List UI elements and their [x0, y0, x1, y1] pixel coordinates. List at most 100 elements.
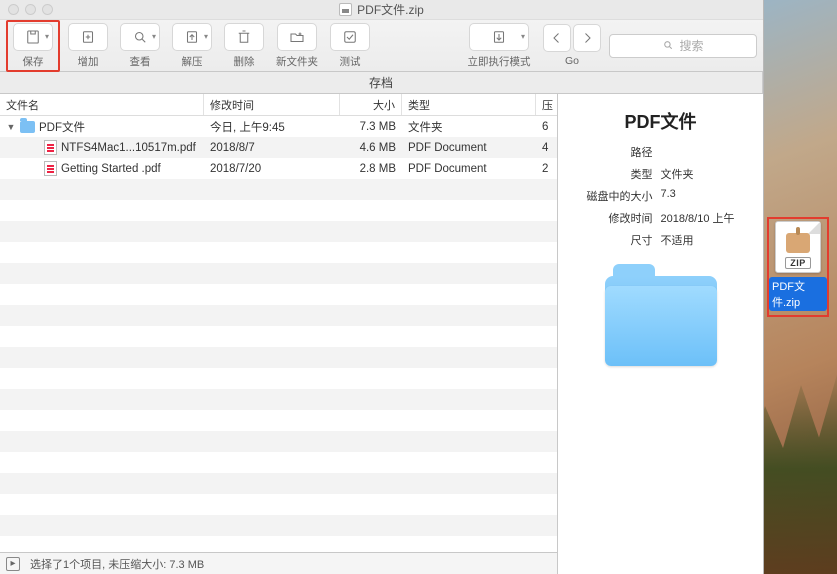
col-extra[interactable]: 压: [536, 94, 557, 115]
preview-pane: PDF文件 路径 类型文件夹 磁盘中的大小 7.3 修改时间 2018/8/10 上…: [558, 94, 763, 574]
cell-ext: 2: [536, 158, 557, 179]
cell-kind: PDF Document: [402, 137, 536, 158]
test-label: 测试: [340, 54, 361, 69]
preview-date-label: 修改时间: [587, 210, 653, 226]
expand-icon[interactable]: ▸: [6, 557, 20, 571]
preview-meta: 路径 类型文件夹 磁盘中的大小 7.3 修改时间 2018/8/10 上午 尺寸不适…: [587, 144, 735, 248]
preview-path-label: 路径: [587, 144, 653, 160]
table-row: [0, 347, 557, 368]
minimize-window-button[interactable]: [25, 4, 36, 15]
file-name: Getting Started .pdf: [61, 163, 161, 175]
desktop-zip-name: PDF文件.zip: [769, 277, 827, 311]
table-row: [0, 179, 557, 200]
disclosure-open-icon[interactable]: ▼: [6, 122, 16, 132]
file-list-pane: 文件名 修改时间 大小 类型 压 ▼PDF文件今日, 上午9:457.3 MB文…: [0, 94, 558, 574]
search-input[interactable]: 搜索: [609, 34, 757, 58]
window-title: PDF文件.zip: [357, 1, 424, 18]
table-row: [0, 305, 557, 326]
chevron-down-icon: ▾: [204, 32, 208, 41]
close-window-button[interactable]: [8, 4, 19, 15]
cell-kind: PDF Document: [402, 158, 536, 179]
zip-badge: ZIP: [785, 257, 811, 269]
table-row: [0, 536, 557, 552]
pdf-icon: [44, 161, 57, 176]
preview-kind-value: 文件夹: [661, 166, 735, 182]
pdf-icon: [44, 140, 57, 155]
newfolder-label: 新文件夹: [276, 54, 318, 69]
content: 文件名 修改时间 大小 类型 压 ▼PDF文件今日, 上午9:457.3 MB文…: [0, 94, 763, 574]
table-row: [0, 515, 557, 536]
tabbar: 存档: [0, 72, 763, 94]
preview-date-value: 2018/8/10 上午: [661, 210, 735, 226]
table-row: [0, 431, 557, 452]
preview-title: PDF文件: [625, 108, 697, 134]
cell-size: 2.8 MB: [340, 158, 402, 179]
table-row: [0, 473, 557, 494]
delete-label: 删除: [234, 54, 255, 69]
test-button[interactable]: 测试: [326, 23, 374, 69]
view-button[interactable]: ▾ 查看: [116, 23, 164, 69]
status-bar: ▸ 选择了1个项目, 未压缩大小: 7.3 MB: [0, 552, 557, 574]
titlebar: PDF文件.zip: [0, 0, 763, 20]
table-row: [0, 326, 557, 347]
cell-size: 4.6 MB: [340, 137, 402, 158]
search-icon: [662, 39, 675, 52]
col-size[interactable]: 大小: [340, 94, 402, 115]
chevron-down-icon: ▾: [45, 32, 49, 41]
table-row: [0, 200, 557, 221]
zoom-window-button[interactable]: [42, 4, 53, 15]
run-mode-button[interactable]: ▾ 立即执行模式: [463, 23, 535, 69]
file-name: NTFS4Mac1...10517m.pdf: [61, 142, 196, 154]
cell-size: 7.3 MB: [340, 116, 402, 137]
runmode-label: 立即执行模式: [468, 54, 531, 69]
table-row[interactable]: ▼PDF文件今日, 上午9:457.3 MB文件夹6: [0, 116, 557, 137]
search-placeholder: 搜索: [679, 37, 703, 54]
table-row: [0, 284, 557, 305]
column-headers: 文件名 修改时间 大小 类型 压: [0, 94, 557, 116]
archive-icon: [339, 3, 352, 16]
go-label: Go: [565, 55, 579, 67]
cell-date: 2018/7/20: [204, 158, 340, 179]
toolbar: ▾ 保存 增加 ▾ 查看 ▾ 解压 删除 新文件夹 测试: [0, 20, 763, 72]
nav-forward-button[interactable]: [573, 24, 601, 52]
chevron-down-icon: ▾: [521, 32, 525, 41]
tab-archive[interactable]: 存档: [0, 72, 763, 93]
archiver-window: PDF文件.zip ▾ 保存 增加 ▾ 查看 ▾ 解压 删除 新文件夹: [0, 0, 764, 574]
preview-size-label: 磁盘中的大小: [587, 188, 653, 204]
save-button[interactable]: ▾ 保存: [9, 23, 57, 69]
table-row: [0, 263, 557, 284]
add-label: 增加: [78, 54, 99, 69]
cell-name: NTFS4Mac1...10517m.pdf: [0, 137, 204, 158]
col-kind[interactable]: 类型: [402, 94, 536, 115]
nav-group: Go: [539, 24, 605, 67]
save-label: 保存: [23, 54, 44, 69]
table-row: [0, 494, 557, 515]
preview-dim-label: 尺寸: [587, 232, 653, 248]
highlight-save: ▾ 保存: [6, 20, 60, 72]
table-row[interactable]: NTFS4Mac1...10517m.pdf 2018/8/74.6 MBPDF …: [0, 137, 557, 158]
preview-size-value: 7.3: [661, 188, 735, 204]
new-folder-button[interactable]: 新文件夹: [272, 23, 322, 69]
table-row: [0, 221, 557, 242]
view-label: 查看: [130, 54, 151, 69]
cell-date: 2018/8/7: [204, 137, 340, 158]
delete-button[interactable]: 删除: [220, 23, 268, 69]
file-rows: ▼PDF文件今日, 上午9:457.3 MB文件夹6NTFS4Mac1...10…: [0, 116, 557, 552]
table-row: [0, 452, 557, 473]
table-row: [0, 410, 557, 431]
table-row[interactable]: Getting Started .pdf 2018/7/202.8 MBPDF D…: [0, 158, 557, 179]
nav-back-button[interactable]: [543, 24, 571, 52]
extract-button[interactable]: ▾ 解压: [168, 23, 216, 69]
table-row: [0, 368, 557, 389]
preview-folder-icon: [605, 276, 717, 366]
preview-kind-label: 类型: [587, 166, 653, 182]
cell-kind: 文件夹: [402, 116, 536, 137]
col-date[interactable]: 修改时间: [204, 94, 340, 115]
cell-date: 今日, 上午9:45: [204, 116, 340, 137]
add-button[interactable]: 增加: [64, 23, 112, 69]
preview-path-value: [661, 144, 735, 160]
desktop-zip-file[interactable]: ZIP PDF文件.zip: [767, 217, 829, 317]
preview-dim-value: 不适用: [661, 232, 735, 248]
cell-name: ▼PDF文件: [0, 116, 204, 137]
col-name[interactable]: 文件名: [0, 94, 204, 115]
